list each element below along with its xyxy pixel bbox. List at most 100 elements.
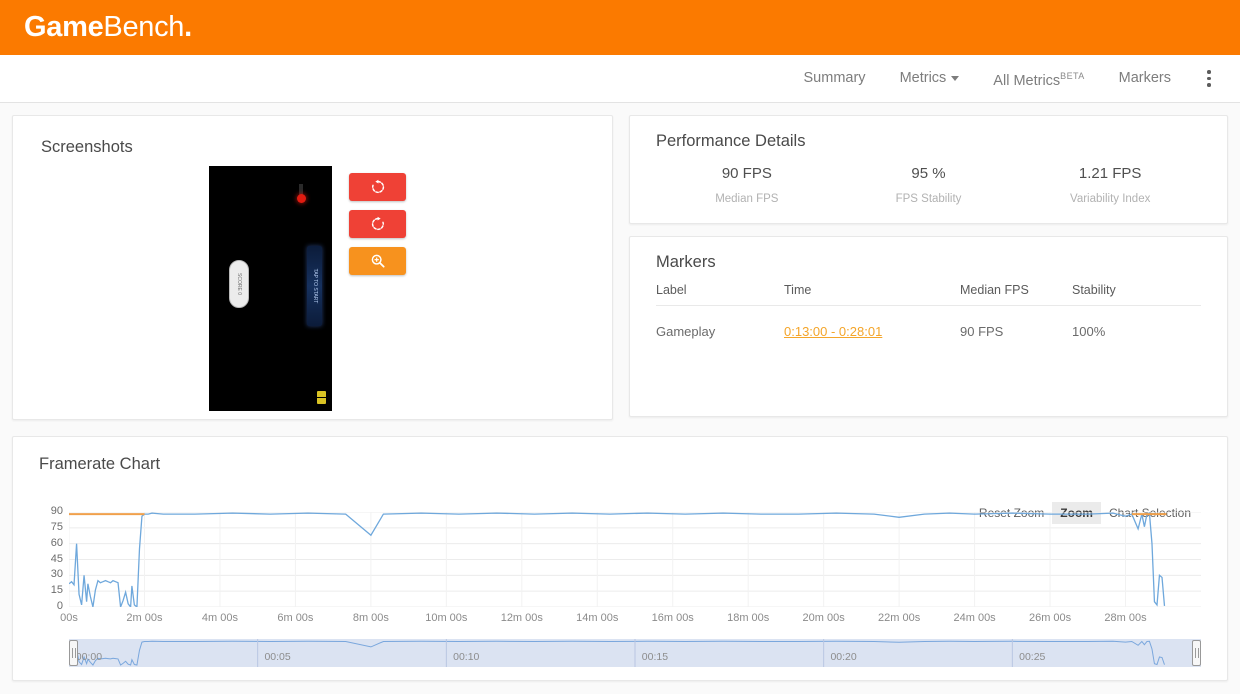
main-navigation: Summary Metrics All MetricsBETA Markers xyxy=(0,55,1240,103)
framerate-line-chart xyxy=(69,512,1201,607)
y-tick-label: 60 xyxy=(50,536,63,549)
x-tick-label: 4m 00s xyxy=(201,612,238,624)
stat-label: Median FPS xyxy=(715,193,779,205)
nav-label-summary: Summary xyxy=(803,70,866,86)
markers-col-stability: Stability xyxy=(1072,283,1201,306)
x-tick-label: 00s xyxy=(60,612,78,624)
game-blue-banner: TAP TO START xyxy=(307,245,322,326)
framerate-chart-title: Framerate Chart xyxy=(39,455,161,473)
navigator-time-labels: 00:00 00:05 00:10 00:15 00:20 00:25 xyxy=(69,639,1201,667)
x-tick-label: 2m 00s xyxy=(126,612,163,624)
x-tick-label: 14m 00s xyxy=(576,612,619,624)
marker-stability: 100% xyxy=(1072,324,1106,339)
navigator-tick-label: 00:00 xyxy=(75,651,103,663)
x-tick-label: 16m 00s xyxy=(651,612,694,624)
marker-label: Gameplay xyxy=(656,324,716,339)
x-tick-label: 22m 00s xyxy=(878,612,921,624)
x-tick-label: 6m 00s xyxy=(277,612,314,624)
performance-details-title: Performance Details xyxy=(656,132,806,150)
y-tick-label: 15 xyxy=(50,584,63,597)
nav-item-metrics[interactable]: Metrics xyxy=(883,55,977,102)
kebab-dot xyxy=(1207,83,1211,87)
logo-text-bold: Game xyxy=(24,11,104,43)
chart-y-axis: 0 15 30 45 60 75 90 xyxy=(39,505,63,612)
performance-details-card: Performance Details 90 FPS Median FPS 95… xyxy=(629,115,1228,224)
y-tick-label: 90 xyxy=(50,505,63,517)
game-red-stem xyxy=(299,183,303,195)
zoom-in-button[interactable] xyxy=(349,247,406,275)
framerate-chart-card: Framerate Chart Reset Zoom Zoom Chart Se… xyxy=(12,436,1228,681)
game-red-dot xyxy=(297,193,306,203)
kebab-dot xyxy=(1207,70,1211,74)
performance-stats: 90 FPS Median FPS 95 % FPS Stability 1.2… xyxy=(656,165,1201,205)
y-tick-label: 0 xyxy=(56,600,63,612)
markers-card: Markers Label Time Median FPS Stability … xyxy=(629,236,1228,417)
navigator-tick-label: 00:25 xyxy=(1019,651,1046,663)
marker-median-fps: 90 FPS xyxy=(960,324,1004,339)
navigator-tick-label: 00:10 xyxy=(453,651,480,663)
x-tick-label: 26m 00s xyxy=(1028,612,1072,624)
markers-title: Markers xyxy=(656,253,716,271)
nav-item-summary[interactable]: Summary xyxy=(787,55,883,102)
chart-series-fps xyxy=(69,513,1164,607)
screenshots-title: Screenshots xyxy=(41,138,133,156)
magnifier-plus-icon xyxy=(371,254,385,268)
chevron-down-icon xyxy=(951,75,960,81)
rotate-right-button[interactable] xyxy=(349,210,406,238)
y-tick-label: 75 xyxy=(50,520,63,533)
chart-navigator[interactable]: 00:00 00:05 00:10 00:15 00:20 00:25 xyxy=(69,639,1201,667)
gamebench-logo[interactable]: GameBench. xyxy=(24,13,192,42)
kebab-dot xyxy=(1207,76,1211,81)
markers-col-median-fps: Median FPS xyxy=(960,283,1072,306)
brand-bar: GameBench. xyxy=(0,0,1240,55)
stat-label: FPS Stability xyxy=(895,193,962,205)
rotate-right-icon xyxy=(371,216,384,231)
screenshot-viewer: SCORE 0 TAP TO START xyxy=(41,163,584,413)
navigator-handle-left[interactable] xyxy=(69,640,78,666)
x-tick-label: 20m 00s xyxy=(802,612,845,624)
chart-x-axis: 00s 2m 00s 4m 00s 6m 00s 8m 00s 10m 00s 12m 00… xyxy=(60,612,1201,630)
markers-header-row: Label Time Median FPS Stability xyxy=(656,283,1201,306)
logo-period: . xyxy=(184,11,192,43)
screenshots-card: Screenshots SCORE 0 TAP TO START xyxy=(12,115,613,420)
rotate-left-button[interactable] xyxy=(349,173,406,201)
x-tick-label: 18m 00s xyxy=(727,612,770,624)
markers-table: Label Time Median FPS Stability Gameplay… xyxy=(656,283,1201,339)
x-tick-label: 12m 00s xyxy=(500,612,543,624)
markers-col-label: Label xyxy=(656,283,784,306)
y-tick-label: 30 xyxy=(50,568,63,581)
stat-label: Variability Index xyxy=(1070,193,1151,205)
table-row[interactable]: Gameplay 0:13:00 - 0:28:01 90 FPS 100% xyxy=(656,306,1201,339)
stat-value: 1.21 FPS xyxy=(1078,165,1142,182)
markers-col-time: Time xyxy=(784,283,960,306)
nav-label-metrics: Metrics xyxy=(899,70,947,86)
marker-time-link[interactable]: 0:13:00 - 0:28:01 xyxy=(784,324,882,339)
x-tick-label: 28m 00s xyxy=(1104,612,1147,624)
page-content: Screenshots SCORE 0 TAP TO START Perform… xyxy=(0,103,1240,693)
game-score-pill: SCORE 0 xyxy=(229,259,249,308)
nav-label-all-metrics: All Metrics xyxy=(993,72,1061,89)
y-tick-label: 45 xyxy=(50,552,63,565)
kebab-menu-icon[interactable] xyxy=(1192,59,1226,99)
game-screenshot-thumbnail[interactable]: SCORE 0 TAP TO START xyxy=(209,165,332,411)
right-column: Performance Details 90 FPS Median FPS 95… xyxy=(629,115,1228,420)
nav-item-all-metrics[interactable]: All MetricsBETA xyxy=(976,53,1101,105)
chart-canvas[interactable] xyxy=(69,512,1201,607)
navigator-handle-right[interactable] xyxy=(1192,640,1201,666)
navigator-tick-label: 00:05 xyxy=(264,651,291,663)
stat-variability-index: 1.21 FPS Variability Index xyxy=(1019,165,1201,205)
top-row: Screenshots SCORE 0 TAP TO START Perform… xyxy=(12,115,1228,420)
beta-badge: BETA xyxy=(1060,70,1085,81)
chart-plot-area: 0 15 30 45 60 75 90 00s 2m 00s 4m 00s 6m 00s 8m 00… xyxy=(39,506,1201,667)
nav-label-markers: Markers xyxy=(1118,70,1171,86)
stat-median-fps: 90 FPS Median FPS xyxy=(656,165,838,205)
navigator-tick-label: 00:15 xyxy=(641,651,669,663)
game-banner-text: TAP TO START xyxy=(311,268,318,303)
game-yellow-marker xyxy=(317,390,326,404)
rotate-left-icon xyxy=(371,179,384,194)
x-tick-label: 10m 00s xyxy=(425,612,468,624)
x-tick-label: 24m 00s xyxy=(953,612,996,624)
navigator-tick-label: 00:20 xyxy=(830,651,857,663)
nav-item-markers[interactable]: Markers xyxy=(1102,55,1188,102)
stat-value: 90 FPS xyxy=(721,165,772,182)
